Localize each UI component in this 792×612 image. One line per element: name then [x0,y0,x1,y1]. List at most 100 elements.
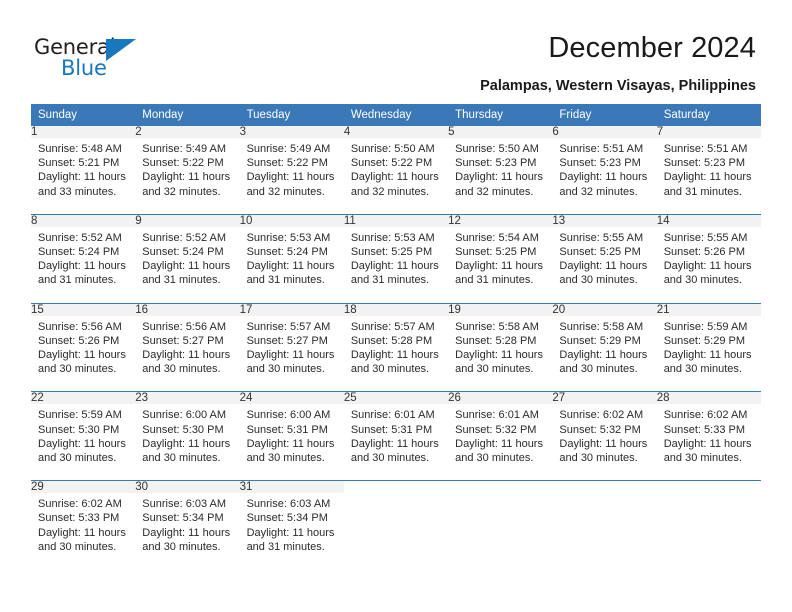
sunrise-text: Sunrise: 5:57 AM [246,320,331,333]
sunrise-text: Sunrise: 6:03 AM [246,498,331,511]
daylight-text-line1: Daylight: 11 hours [663,349,752,362]
day-cell-details: Sunrise: 5:52 AM Sunset: 5:24 PM Daylight:… [31,227,135,292]
day-cell-details: Sunrise: 5:51 AM Sunset: 5:23 PM Daylight:… [657,138,761,203]
day-number[interactable]: 16 [135,303,240,316]
calendar-head: Sunday Monday Tuesday Wednesday Thursday… [31,104,761,126]
page-subtitle-location: Palampas, Western Visayas, Philippines [480,78,756,94]
sunset-text: Sunset: 5:21 PM [38,157,120,170]
day-number[interactable]: 15 [31,303,136,316]
daylight-text-line1: Daylight: 11 hours [350,437,439,450]
day-cell-details: Sunrise: 5:59 AM Sunset: 5:30 PM Daylight:… [31,404,135,469]
daylight-text-line2: and 30 minutes. [246,452,325,465]
day-number[interactable]: 8 [31,214,136,227]
sunrise-text: Sunrise: 5:48 AM [38,143,122,155]
day-number[interactable]: 18 [343,303,449,316]
sunrise-text: Sunrise: 5:50 AM [455,143,539,155]
week-separator-line [31,380,761,393]
sunset-text: Sunset: 5:31 PM [350,423,433,436]
daylight-text-line1: Daylight: 11 hours [663,437,752,450]
day-cell-details: Sunrise: 5:58 AM Sunset: 5:28 PM Daylight:… [448,316,552,381]
daylight-text-line1: Daylight: 11 hours [142,526,231,539]
day-cell-details: Sunrise: 5:54 AM Sunset: 5:25 PM Daylight:… [448,227,552,292]
day-number[interactable]: 5 [448,126,553,138]
day-number[interactable]: 27 [552,391,657,405]
day-detail-row: Sunrise: 5:59 AM Sunset: 5:30 PM Daylight:… [31,404,761,469]
sunset-text: Sunset: 5:22 PM [350,157,433,170]
day-number[interactable]: 11 [343,214,449,227]
day-number[interactable]: 4 [343,126,449,138]
day-number[interactable]: 12 [448,214,553,227]
daylight-text-line1: Daylight: 11 hours [559,349,648,362]
day-cell-details: Sunrise: 5:58 AM Sunset: 5:29 PM Daylight:… [552,316,656,381]
week-separator [31,469,761,482]
daylight-text-line1: Daylight: 11 hours [559,437,648,450]
day-number[interactable]: 7 [656,126,761,138]
sunset-text: Sunset: 5:34 PM [246,512,328,525]
sunset-text: Sunset: 5:30 PM [142,423,224,436]
sunrise-text: Sunrise: 5:59 AM [38,409,122,422]
daylight-text-line2: and 31 minutes. [663,185,742,198]
sunset-text: Sunset: 5:23 PM [455,157,537,170]
day-cell-details: Sunrise: 6:01 AM Sunset: 5:31 PM Daylight:… [344,404,448,469]
day-number[interactable]: 26 [448,391,553,405]
sunset-text: Sunset: 5:27 PM [142,334,224,347]
day-number[interactable]: 14 [656,214,761,227]
day-number[interactable]: 1 [31,126,136,138]
day-cell-details: Sunrise: 5:53 AM Sunset: 5:25 PM Daylight:… [344,227,448,292]
day-cell-empty [344,493,448,557]
day-number[interactable]: 20 [552,303,657,316]
sunset-text: Sunset: 5:33 PM [663,423,746,436]
day-number[interactable]: 28 [656,391,761,405]
daylight-text-line2: and 31 minutes. [350,274,430,287]
sunrise-text: Sunrise: 5:52 AM [142,231,227,244]
day-cell-empty [657,493,761,557]
day-number[interactable]: 3 [239,126,344,138]
day-number[interactable]: 22 [31,391,136,405]
daylight-text-line2: and 30 minutes. [350,452,430,465]
day-number[interactable]: 23 [135,391,240,405]
daylight-text-line1: Daylight: 11 hours [350,260,439,273]
generalblue-logo: General Blue [34,35,184,83]
day-number-empty [552,481,656,494]
sunrise-text: Sunrise: 6:01 AM [350,409,435,422]
day-number[interactable]: 25 [343,391,449,405]
day-cell-details: Sunrise: 5:55 AM Sunset: 5:26 PM Daylight:… [657,227,761,292]
sunset-text: Sunset: 5:29 PM [559,334,641,347]
day-number[interactable]: 6 [552,126,657,138]
day-number[interactable]: 17 [239,303,344,316]
daylight-text-line1: Daylight: 11 hours [559,171,648,184]
page-header: General Blue December 2024 Palampas, Wes… [0,0,792,100]
day-number[interactable]: 31 [239,480,344,494]
day-number-empty [344,481,448,494]
daylight-text-line2: and 30 minutes. [38,540,117,553]
sunset-text: Sunset: 5:28 PM [455,334,537,347]
day-cell-details: Sunrise: 6:00 AM Sunset: 5:30 PM Daylight:… [135,404,239,469]
day-cell-empty [552,493,656,557]
sunset-text: Sunset: 5:23 PM [559,157,641,170]
sunrise-text: Sunrise: 5:53 AM [350,231,435,244]
calendar-body: 1 2 3 4 5 6 7 Sunrise: 5:48 AM Sunset: 5:21 PM Da… [31,126,761,558]
day-number[interactable]: 2 [135,126,240,138]
sunset-text: Sunset: 5:28 PM [350,334,433,347]
day-number[interactable]: 9 [135,214,240,227]
sunset-text: Sunset: 5:32 PM [559,423,641,436]
day-number[interactable]: 13 [552,214,657,227]
daylight-text-line1: Daylight: 11 hours [246,349,335,362]
daylight-text-line2: and 30 minutes. [38,363,117,376]
day-number[interactable]: 21 [656,303,761,316]
day-number[interactable]: 19 [448,303,553,316]
day-number[interactable]: 10 [239,214,344,227]
daylight-text-line2: and 31 minutes. [246,274,325,287]
day-number[interactable]: 30 [135,480,240,494]
daylight-text-line1: Daylight: 11 hours [246,526,335,539]
day-number[interactable]: 24 [239,391,344,405]
daylight-text-line2: and 32 minutes. [455,185,534,198]
logo-text-blue: Blue [61,56,107,80]
sunrise-sunset-calendar-table: Sunday Monday Tuesday Wednesday Thursday… [31,104,761,558]
sunset-text: Sunset: 5:23 PM [663,157,746,170]
logo-triangle-icon [106,39,136,61]
daylight-text-line2: and 30 minutes. [455,363,534,376]
day-number-row: 15 16 17 18 19 20 21 [31,303,761,316]
sunset-text: Sunset: 5:33 PM [38,512,120,525]
day-number[interactable]: 29 [31,480,136,494]
